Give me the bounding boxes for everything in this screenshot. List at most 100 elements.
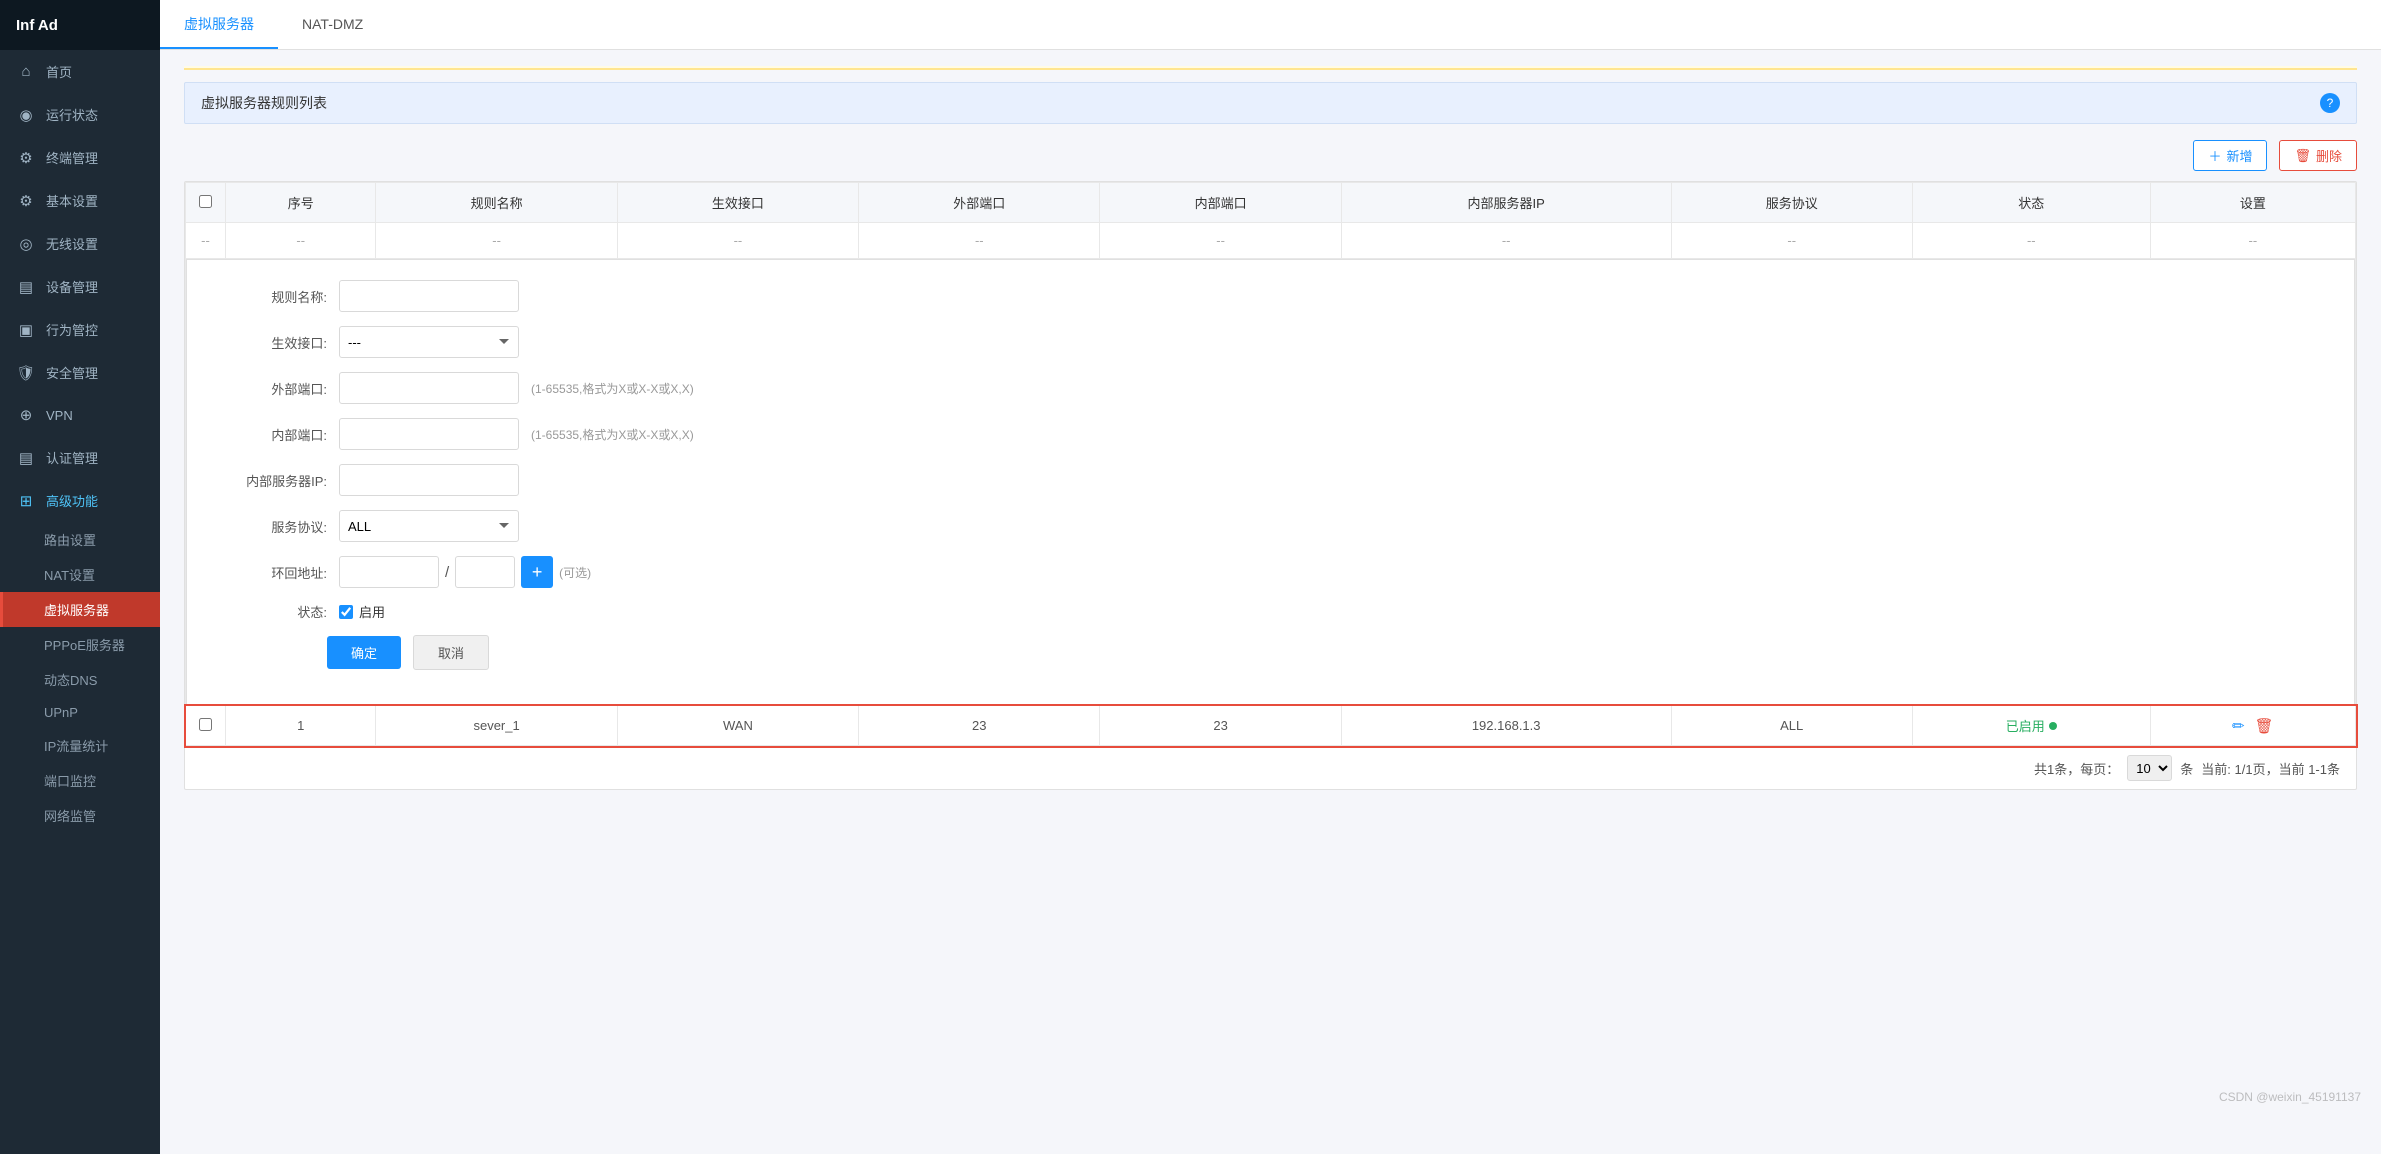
- loop-optional: (可选): [559, 564, 591, 581]
- sidebar-sub-traffic[interactable]: IP流量统计: [0, 728, 160, 763]
- server-ip-input[interactable]: [339, 464, 519, 496]
- form-row: 规则名称: 生效接口: --- WAN WAN2: [186, 259, 2356, 706]
- sidebar-item-security[interactable]: 🛡 安全管理: [0, 351, 160, 394]
- home-icon: ⌂: [16, 63, 36, 80]
- add-label: 新增: [2226, 146, 2252, 165]
- inline-form: 规则名称: 生效接口: --- WAN WAN2: [186, 259, 2355, 705]
- empty-checkbox: --: [186, 223, 226, 259]
- sidebar-sub-dynamic-dns[interactable]: 动态DNS: [0, 662, 160, 697]
- behavior-icon: ▣: [16, 321, 36, 339]
- row1-status: 已启用: [1912, 706, 2150, 746]
- loop-plus-button[interactable]: +: [521, 556, 553, 588]
- device-icon: ▤: [16, 278, 36, 296]
- form-row-int-port: 内部端口: (1-65535,格式为X或X-X或X,X): [217, 418, 2324, 450]
- loop-ip-input[interactable]: [339, 556, 439, 588]
- sidebar-item-device[interactable]: ▤ 设备管理: [0, 265, 160, 308]
- sidebar-sub-nat[interactable]: NAT设置: [0, 557, 160, 592]
- cancel-button[interactable]: 取消: [413, 635, 489, 670]
- sidebar-sub-label-upnp: UPnP: [44, 705, 78, 720]
- content-area: 虚拟服务器规则列表 ? ＋ 新增 🗑 删除 序号: [160, 50, 2381, 1154]
- rule-name-label: 规则名称:: [217, 287, 327, 306]
- th-seq: 序号: [226, 183, 376, 223]
- pagination-current: 当前: 1/1页，当前 1-1条: [2201, 759, 2340, 778]
- sidebar-sub-virtual-server[interactable]: 虚拟服务器: [0, 592, 160, 627]
- status-enabled-text: 启用: [359, 602, 385, 621]
- security-icon: 🛡: [16, 364, 36, 382]
- auth-icon: ▤: [16, 449, 36, 467]
- edit-icon[interactable]: ✏: [2232, 717, 2245, 735]
- sidebar-label-auth: 认证管理: [46, 448, 98, 467]
- sidebar-item-home[interactable]: ⌂ 首页: [0, 50, 160, 93]
- form-row-server-ip: 内部服务器IP:: [217, 464, 2324, 496]
- interface-label: 生效接口:: [217, 333, 327, 352]
- empty-int-port: --: [1100, 223, 1341, 259]
- empty-seq: --: [226, 223, 376, 259]
- loop-slash: /: [445, 564, 449, 581]
- sidebar-sub-label-network-monitor: 网络监管: [44, 809, 96, 824]
- empty-interface: --: [617, 223, 858, 259]
- row-delete-icon[interactable]: 🗑: [2255, 717, 2274, 735]
- ext-port-input[interactable]: [339, 372, 519, 404]
- row1-ext-port: 23: [859, 706, 1100, 746]
- loop-label: 环回地址:: [217, 563, 327, 582]
- sidebar-label-advanced: 高级功能: [46, 491, 98, 510]
- row1-name: sever_1: [376, 706, 617, 746]
- sidebar-item-behavior[interactable]: ▣ 行为管控: [0, 308, 160, 351]
- empty-protocol: --: [1671, 223, 1912, 259]
- sidebar-item-auth[interactable]: ▤ 认证管理: [0, 436, 160, 479]
- per-page-select[interactable]: 10 20 50: [2127, 755, 2172, 781]
- sidebar-sub-route[interactable]: 路由设置: [0, 522, 160, 557]
- rules-table: 序号 规则名称 生效接口 外部端口 内部端口 内部服务器IP 服务协议 状态 设…: [185, 182, 2356, 746]
- delete-button[interactable]: 🗑 删除: [2279, 140, 2357, 171]
- form-row-loop: 环回地址: / + (可选): [217, 556, 2324, 588]
- sidebar-sub-pppoe[interactable]: PPPoE服务器: [0, 627, 160, 662]
- sidebar-sub-port-monitor[interactable]: 端口监控: [0, 763, 160, 798]
- tab-virtual-server-label: 虚拟服务器: [184, 14, 254, 34]
- help-icon[interactable]: ?: [2320, 93, 2340, 113]
- sidebar-label-status: 运行状态: [46, 105, 98, 124]
- sidebar-sub-network-monitor[interactable]: 网络监管: [0, 798, 160, 833]
- row1-select[interactable]: [199, 718, 212, 731]
- sidebar-item-advanced[interactable]: ⊞ 高级功能: [0, 479, 160, 522]
- rule-name-input[interactable]: [339, 280, 519, 312]
- sidebar-label-behavior: 行为管控: [46, 320, 98, 339]
- status-enabled-checkbox-label[interactable]: 启用: [339, 602, 385, 621]
- add-button[interactable]: ＋ 新增: [2193, 140, 2267, 171]
- form-row-protocol: 服务协议: ALL TCP UDP TCP/UDP ICMP: [217, 510, 2324, 542]
- sidebar-item-vpn[interactable]: ⊕ VPN: [0, 394, 160, 436]
- empty-ext-port: --: [859, 223, 1100, 259]
- sidebar-label-home: 首页: [46, 62, 72, 81]
- sidebar-sub-label-route: 路由设置: [44, 533, 96, 548]
- sidebar-sub-label-traffic: IP流量统计: [44, 739, 108, 754]
- tab-nat-dmz[interactable]: NAT-DMZ: [278, 0, 387, 49]
- loop-mask-input[interactable]: [455, 556, 515, 588]
- pagination-total: 共1条，每页：: [2034, 759, 2119, 778]
- sidebar-sub-label-pppoe: PPPoE服务器: [44, 638, 125, 653]
- form-row-interface: 生效接口: --- WAN WAN2: [217, 326, 2324, 358]
- status-enabled-checkbox[interactable]: [339, 605, 353, 619]
- th-checkbox: [186, 183, 226, 223]
- logo: Inf Ad: [0, 0, 160, 50]
- sidebar-item-terminal[interactable]: ⚙ 终端管理: [0, 136, 160, 179]
- th-server-ip: 内部服务器IP: [1341, 183, 1671, 223]
- logo-text: Inf Ad: [16, 17, 58, 34]
- sidebar-item-basic[interactable]: ⚙ 基本设置: [0, 179, 160, 222]
- section-header: 虚拟服务器规则列表 ?: [184, 82, 2357, 124]
- protocol-select[interactable]: ALL TCP UDP TCP/UDP ICMP: [339, 510, 519, 542]
- status-form-label: 状态:: [217, 602, 327, 621]
- sidebar-sub-upnp[interactable]: UPnP: [0, 697, 160, 728]
- wireless-icon: ◎: [16, 235, 36, 253]
- sidebar-item-wireless[interactable]: ◎ 无线设置: [0, 222, 160, 265]
- interface-select[interactable]: --- WAN WAN2: [339, 326, 519, 358]
- yellow-divider: [184, 66, 2357, 70]
- tab-virtual-server[interactable]: 虚拟服务器: [160, 0, 278, 49]
- table-header-row: 序号 规则名称 生效接口 外部端口 内部端口 内部服务器IP 服务协议 状态 设…: [186, 183, 2356, 223]
- int-port-input[interactable]: [339, 418, 519, 450]
- form-row-ext-port: 外部端口: (1-65535,格式为X或X-X或X,X): [217, 372, 2324, 404]
- row1-actions: ✏ 🗑: [2150, 706, 2355, 746]
- select-all-checkbox[interactable]: [199, 195, 212, 208]
- ext-port-hint: (1-65535,格式为X或X-X或X,X): [531, 380, 694, 397]
- sidebar-item-status[interactable]: ◉ 运行状态: [0, 93, 160, 136]
- confirm-button[interactable]: 确定: [327, 636, 401, 669]
- status-dot: [2049, 722, 2057, 730]
